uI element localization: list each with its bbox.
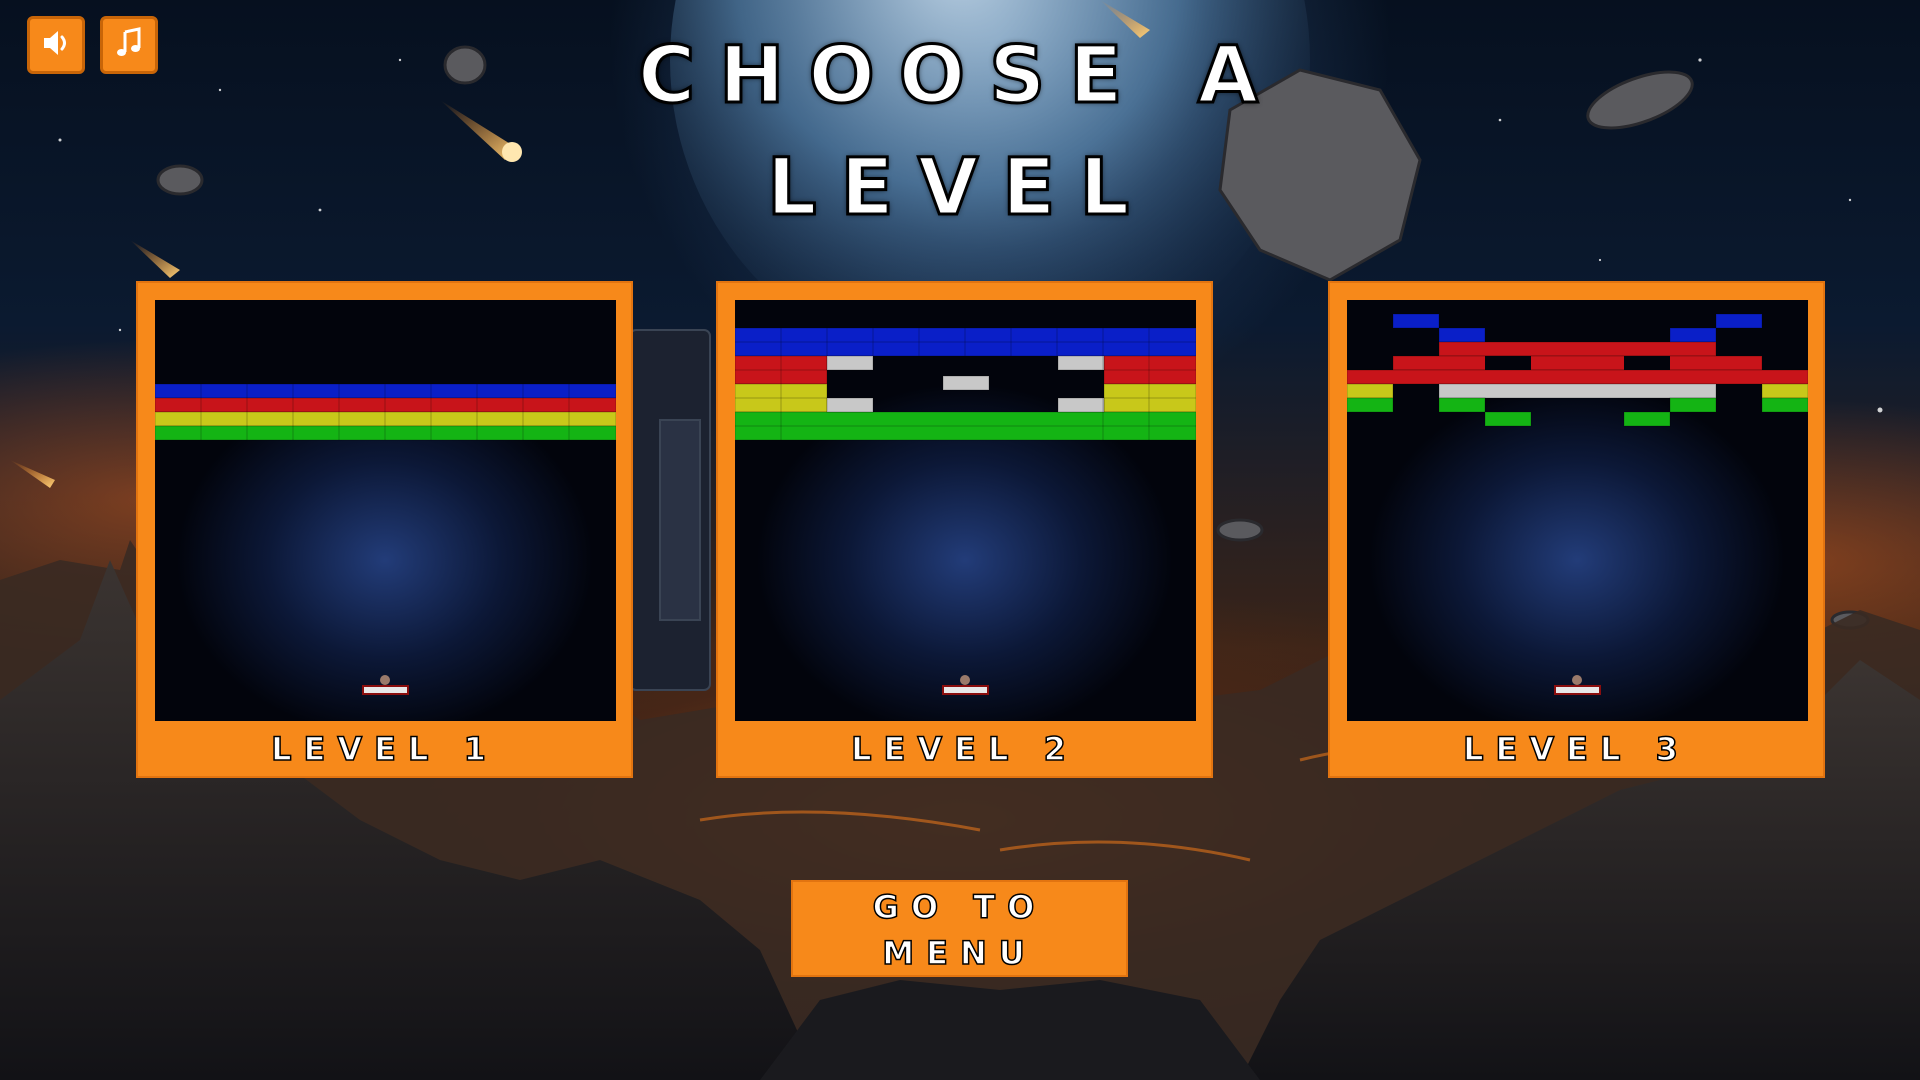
speaker-icon — [39, 26, 73, 64]
music-note-icon — [112, 26, 146, 64]
level-1-label: LEVEL 1 — [270, 729, 498, 769]
music-toggle-button[interactable] — [100, 16, 158, 74]
level-2-label: LEVEL 2 — [850, 729, 1078, 769]
page-title: CHOOSE A LEVEL — [636, 30, 1283, 235]
level-2-card[interactable]: LEVEL 2 — [716, 281, 1213, 778]
paddle — [362, 675, 409, 695]
level-1-card[interactable]: LEVEL 1 — [136, 281, 633, 778]
level-select-screen: CHOOSE A LEVEL LEVEL 1 LEVEL 2 LEVEL 3 G… — [0, 0, 1920, 1080]
paddle — [1554, 675, 1601, 695]
level-3-card[interactable]: LEVEL 3 — [1328, 281, 1825, 778]
level-2-preview — [735, 300, 1196, 721]
level-3-label: LEVEL 3 — [1462, 729, 1690, 769]
sound-toggle-button[interactable] — [27, 16, 85, 74]
level-1-preview — [155, 300, 616, 721]
paddle — [942, 675, 989, 695]
level-3-preview — [1347, 300, 1808, 721]
go-to-menu-button[interactable]: GO TO MENU — [791, 880, 1128, 977]
